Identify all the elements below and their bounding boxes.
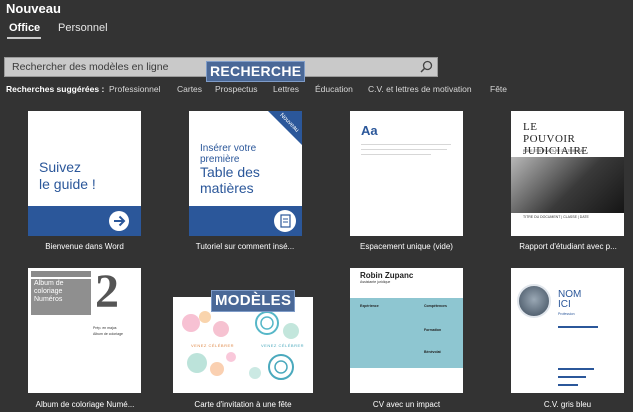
template-rapport-etudiant[interactable]: LE POUVOIR JUDICIAIRE ROLE ET STRUCTURE …	[511, 111, 624, 236]
template-label: Carte d'invitation à une fête	[194, 400, 292, 409]
template-preview-digit: 2	[95, 268, 119, 318]
document-icon	[274, 210, 296, 232]
tab-personnel[interactable]: Personnel	[58, 22, 108, 34]
template-preview-section: Bénévolat	[424, 350, 441, 354]
suggestion-lettres[interactable]: Lettres	[273, 84, 299, 94]
modeles-overlay-label: MODÈLES	[211, 290, 296, 312]
arrow-right-icon	[109, 211, 129, 231]
template-preview-name: Robin Zupanc	[360, 271, 414, 280]
template-preview-header-bar	[31, 271, 91, 277]
placeholder-line	[558, 384, 578, 386]
template-preview-title: Album de coloriage Numéros	[34, 280, 64, 303]
placeholder-line	[558, 326, 598, 328]
placeholder-line	[361, 144, 451, 145]
template-preview-caption: Prép. en majus	[93, 326, 117, 330]
template-preview-text: VENEZ CÉLÉBRER	[261, 343, 305, 348]
template-bienvenue-word[interactable]: Suivez le guide !	[28, 111, 141, 236]
template-preview-photo	[511, 157, 624, 213]
page-title: Nouveau	[6, 1, 61, 16]
template-preview-section: Expérience	[360, 304, 379, 308]
tab-office[interactable]: Office	[9, 22, 40, 34]
suggestion-education[interactable]: Éducation	[315, 84, 353, 94]
template-label: CV avec un impact	[372, 400, 441, 409]
suggestion-prospectus[interactable]: Prospectus	[215, 84, 258, 94]
suggested-searches-label: Recherches suggérées :	[6, 84, 105, 94]
template-label: Album de coloriage Numé...	[35, 400, 135, 409]
placeholder-line	[558, 376, 586, 378]
recherche-overlay-label: RECHERCHE	[206, 61, 306, 82]
template-preview-subtitle: Assistante juridique	[360, 280, 391, 284]
search-icon[interactable]	[417, 59, 435, 75]
suggestion-cartes[interactable]: Cartes	[177, 84, 202, 94]
placeholder-line	[558, 368, 594, 370]
suggestion-professionnel[interactable]: Professionnel	[109, 84, 161, 94]
template-preview-box: Album de coloriage Numéros	[31, 279, 91, 315]
template-label: Tutoriel sur comment insé...	[195, 242, 295, 251]
template-preview-subtitle: ROLE ET STRUCTURE DU TRIBUNAL	[523, 149, 585, 153]
template-preview-title: Profession	[558, 312, 575, 316]
template-espacement-unique[interactable]: Aa	[350, 111, 463, 236]
tab-office-indicator	[7, 37, 41, 39]
template-album-coloriage[interactable]: Album de coloriage Numéros 2 Prép. en ma…	[28, 268, 141, 393]
template-preview-section: Formation	[424, 328, 442, 332]
suggestion-cv-lettres[interactable]: C.V. et lettres de motivation	[368, 84, 472, 94]
template-preview-text: Suivez le guide !	[39, 159, 96, 192]
template-preview-name: NOM ICI	[558, 289, 582, 310]
template-preview-text: VENEZ CÉLÉBRER	[191, 343, 235, 348]
placeholder-line	[361, 154, 431, 155]
template-preview-section: Compétences	[424, 304, 447, 308]
suggestion-fete[interactable]: Fête	[490, 84, 507, 94]
template-preview-band: Expérience Compétences Formation Bénévol…	[350, 298, 463, 368]
template-preview-title: Table des matières	[200, 164, 260, 196]
placeholder-line	[361, 149, 447, 150]
template-label: Bienvenue dans Word	[45, 242, 124, 251]
template-label: Espacement unique (vide)	[360, 242, 453, 251]
template-cv-impact[interactable]: Robin Zupanc Assistante juridique Expéri…	[350, 268, 463, 393]
template-cv-gris-bleu[interactable]: NOM ICI Profession	[511, 268, 624, 393]
template-preview-caption: Album de coloriage	[93, 332, 123, 336]
template-preview-text: Insérer votre première	[200, 143, 257, 165]
template-preview-footer: TITRE DU DOCUMENT | CLASSE | DATE	[523, 215, 589, 219]
template-label: C.V. gris bleu	[543, 400, 592, 409]
template-tutoriel-table[interactable]: Insérer votre première Table des matière…	[189, 111, 302, 236]
template-preview-aa: Aa	[361, 123, 378, 138]
template-preview-photo	[517, 284, 551, 318]
template-label: Rapport d'étudiant avec p...	[519, 242, 617, 251]
